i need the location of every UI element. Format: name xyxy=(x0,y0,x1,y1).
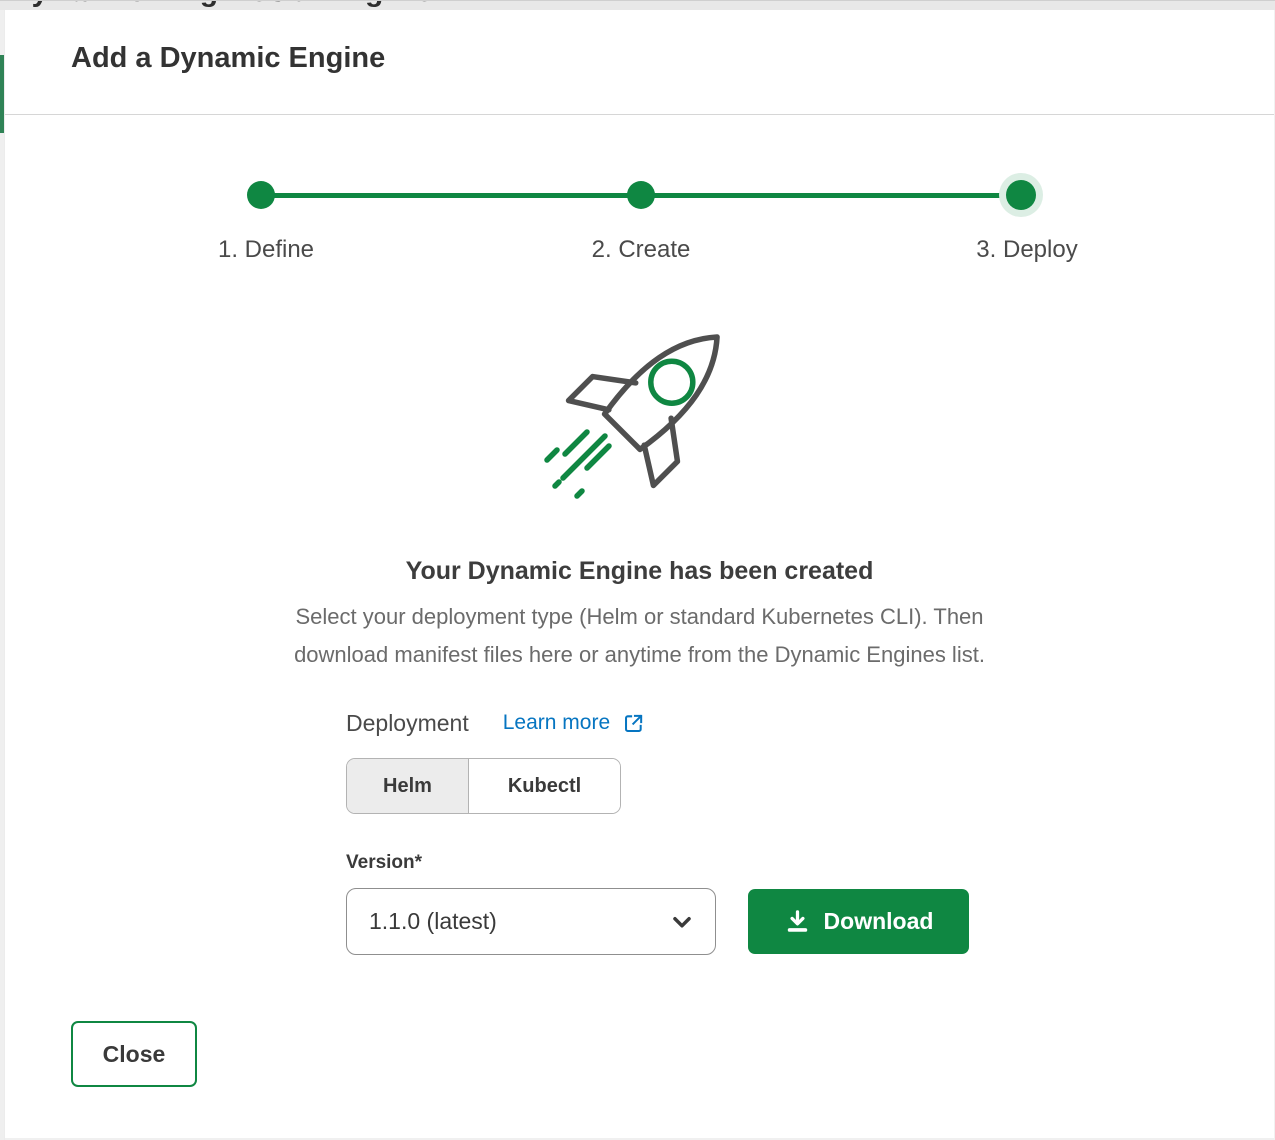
background-page-strip: Dynamic Engines Add Engine xyxy=(0,0,1275,10)
required-marker: * xyxy=(415,852,422,873)
external-link-icon xyxy=(622,712,645,735)
deployment-label: Deployment xyxy=(346,710,469,737)
stepper-dot-deploy xyxy=(1006,180,1036,210)
rocket-icon xyxy=(521,302,751,512)
stepper-label-create: 2. Create xyxy=(521,236,761,264)
download-icon xyxy=(784,908,811,935)
learn-more-link[interactable]: Learn more xyxy=(503,711,645,735)
result-description-line1: Select your deployment type (Helm or sta… xyxy=(5,598,1274,636)
deployment-row: Deployment Learn more xyxy=(346,706,645,740)
toggle-option-kubectl[interactable]: Kubectl xyxy=(468,759,620,813)
result-description-line2: download manifest files here or anytime … xyxy=(5,636,1274,674)
add-dynamic-engine-modal: Add a Dynamic Engine 1. Define 2. Create… xyxy=(4,10,1275,1140)
version-select[interactable]: 1.1.0 (latest) xyxy=(346,888,716,955)
screen: Dynamic Engines Add Engine Add a Dynamic… xyxy=(0,0,1275,1140)
close-button-label: Close xyxy=(103,1041,166,1068)
background-clipped-button: Add Engine xyxy=(248,0,435,9)
close-button[interactable]: Close xyxy=(71,1021,197,1087)
deployment-type-toggle: Helm Kubectl xyxy=(346,758,621,814)
version-label-text: Version xyxy=(346,852,415,873)
stepper-dot-deploy-halo xyxy=(999,173,1043,217)
stepper-dot-define xyxy=(247,181,275,209)
toggle-option-helm[interactable]: Helm xyxy=(347,759,468,813)
download-button[interactable]: Download xyxy=(748,889,969,954)
background-clipped-heading: Dynamic Engines xyxy=(8,0,288,9)
stepper-label-define: 1. Define xyxy=(146,236,386,264)
result-description: Select your deployment type (Helm or sta… xyxy=(5,598,1274,674)
download-button-label: Download xyxy=(824,908,934,935)
stepper-dot-create xyxy=(627,181,655,209)
version-select-value: 1.1.0 (latest) xyxy=(369,908,497,935)
learn-more-label: Learn more xyxy=(503,711,610,735)
version-label: Version* xyxy=(346,852,422,874)
modal-header: Add a Dynamic Engine xyxy=(5,10,1274,115)
result-heading: Your Dynamic Engine has been created xyxy=(5,557,1274,586)
modal-title: Add a Dynamic Engine xyxy=(71,42,385,75)
stepper-label-deploy: 3. Deploy xyxy=(907,236,1147,264)
chevron-down-icon xyxy=(669,909,695,935)
